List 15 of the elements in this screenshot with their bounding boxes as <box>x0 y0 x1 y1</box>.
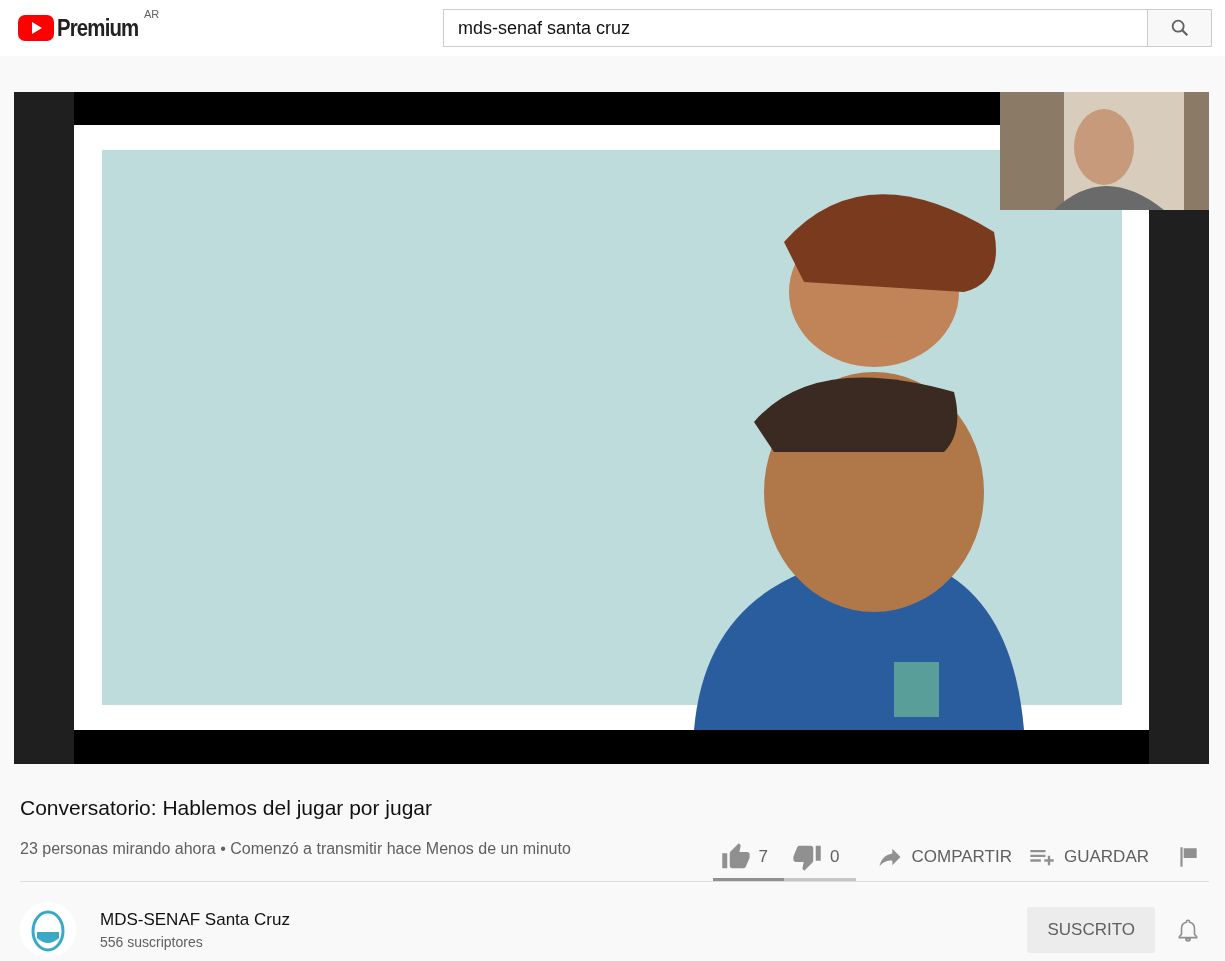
subscriber-count: 556 suscriptores <box>100 934 204 950</box>
share-button[interactable]: COMPARTIR <box>867 836 1020 878</box>
subscribe-button[interactable]: SUSCRITO <box>1027 907 1155 953</box>
region-label: AR <box>144 8 160 20</box>
search-button[interactable] <box>1148 9 1212 47</box>
search-field[interactable]: mds-senaf santa cruz <box>443 9 1148 47</box>
logo-text: Premium <box>57 14 139 42</box>
channel-avatar[interactable] <box>20 902 76 958</box>
dislike-button[interactable]: 0 <box>784 836 848 878</box>
channel-name[interactable]: MDS-SENAF Santa Cruz <box>100 910 1028 930</box>
like-button[interactable]: 7 <box>712 836 777 878</box>
save-button[interactable]: GUARDAR <box>1020 836 1157 878</box>
video-title: Conversatorio: Hablemos del jugar por jugar <box>20 796 434 820</box>
view-info: 23 personas mirando ahora • Comenzó a transmitir hace Menos de un minuto <box>20 840 571 858</box>
play-logo-icon <box>18 15 54 41</box>
